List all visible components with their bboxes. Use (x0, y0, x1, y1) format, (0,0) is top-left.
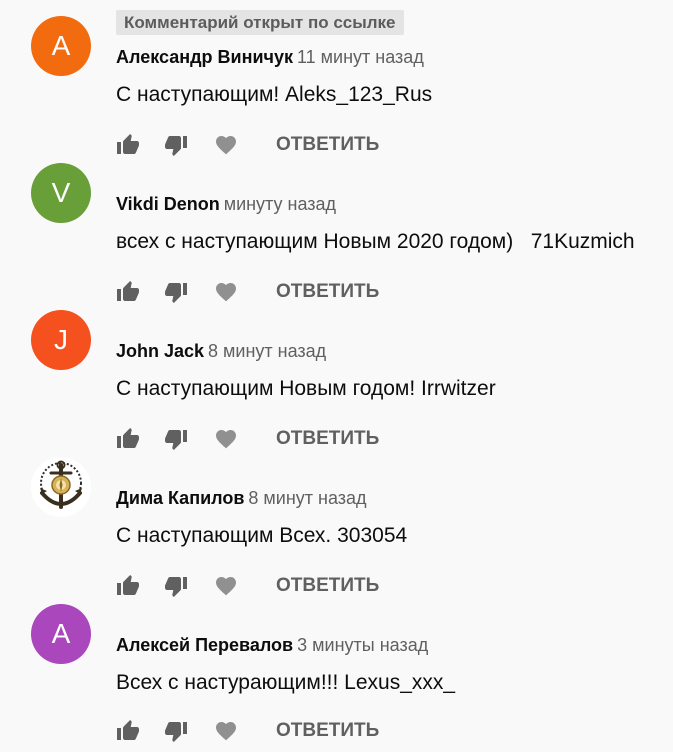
avatar[interactable] (31, 457, 91, 517)
comment-text: С наступающим Всех. 303054 (116, 524, 408, 547)
comment-header: Александр Виничук 11 минут назад (116, 47, 424, 68)
author-name[interactable]: Алексей Перевалов (116, 635, 293, 655)
comment-header: John Jack 8 минут назад (116, 341, 326, 362)
anchor-emblem-icon (31, 457, 91, 517)
comment-text: С наступающим! Aleks_123_Rus (116, 83, 433, 106)
comment-text: всех с наступающим Новым 2020 годом) 71K… (116, 230, 635, 253)
comment-thread: Дима Капилов 8 минут назад С наступающим … (0, 441, 673, 597)
reply-button[interactable]: ОТВЕТИТЬ (276, 719, 379, 743)
comment-thread: J John Jack 8 минут назад С наступающим Н… (0, 294, 673, 450)
comment-header: Vikdi Denon минуту назад (116, 194, 336, 215)
comment-text: Всех с настурающим!!! Lexus_xxx_ (116, 671, 456, 694)
avatar[interactable]: А (31, 604, 91, 664)
heart-icon[interactable] (214, 719, 238, 743)
author-name[interactable]: John Jack (116, 341, 204, 361)
comment-time[interactable]: 11 минут назад (297, 47, 424, 67)
comment-time[interactable]: 8 минут назад (208, 341, 326, 361)
comment-thread: V Vikdi Denon минуту назад всех с наступа… (0, 147, 673, 303)
comment-thread: А Комментарий открыт по ссылке Александр… (0, 0, 673, 156)
comment-header: Дима Капилов 8 минут назад (116, 488, 367, 509)
avatar[interactable]: V (31, 163, 91, 223)
linked-comment-badge: Комментарий открыт по ссылке (116, 10, 404, 35)
comment-time[interactable]: 3 минуты назад (297, 635, 428, 655)
author-name[interactable]: Дима Капилов (116, 488, 244, 508)
thumb-down-icon[interactable] (164, 719, 188, 743)
avatar[interactable]: J (31, 310, 91, 370)
comment-header: Алексей Перевалов 3 минуты назад (116, 635, 428, 656)
avatar[interactable]: А (31, 16, 91, 76)
thumb-up-icon[interactable] (116, 719, 140, 743)
author-name[interactable]: Александр Виничук (116, 47, 293, 67)
author-name[interactable]: Vikdi Denon (116, 194, 220, 214)
comment-thread: А Алексей Перевалов 3 минуты назад Всех с… (0, 588, 673, 742)
comment-time[interactable]: минуту назад (224, 194, 336, 214)
comment-text: С наступающим Новым годом! Irrwitzer (116, 377, 496, 400)
comment-time[interactable]: 8 минут назад (248, 488, 366, 508)
